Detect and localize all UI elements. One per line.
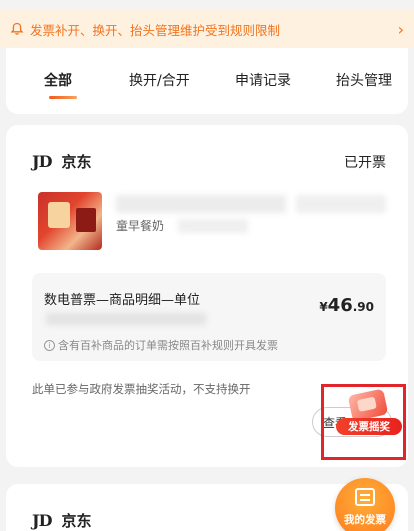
invoice-status: 已开票 [344, 155, 386, 171]
amount-integer: 46 [327, 295, 353, 316]
product-thumbnail[interactable] [38, 192, 102, 250]
amount-decimal: .90 [352, 300, 374, 314]
chevron-right-icon[interactable]: › [398, 20, 404, 39]
shop-header: JD 京东 [32, 151, 91, 172]
product-title: 童早餐奶 [116, 219, 165, 233]
blurred-invoice-title [46, 313, 206, 325]
shop-header-2: JD 京东 [32, 510, 91, 531]
blurred-product-name [116, 195, 286, 213]
invoice-note: i 含有百补商品的订单需按照百补规则开具发票 [44, 337, 278, 353]
blurred-product-name-extra [296, 195, 386, 213]
tab-all[interactable]: 全部 [44, 70, 72, 90]
blurred-product-subtitle [178, 219, 248, 233]
my-invoices-label: 我的发票 [344, 514, 386, 526]
active-tab-indicator [49, 96, 77, 99]
shop-name: 京东 [61, 153, 92, 171]
notice-text: 发票补开、换开、抬头管理维护受到规则限制 [30, 22, 281, 38]
tab-apply-records[interactable]: 申请记录 [235, 70, 291, 90]
my-invoices-button[interactable]: 我的发票 [335, 478, 395, 531]
notice-bar[interactable]: 发票补开、换开、抬头管理维护受到规则限制 › [0, 10, 414, 48]
tab-title-management[interactable]: 抬头管理 [336, 70, 392, 90]
bell-icon [10, 22, 24, 35]
highlight-box [321, 384, 406, 460]
invoice-note-text: 含有百补商品的订单需按照百补规则开具发票 [58, 339, 278, 352]
jd-logo-icon: JD [32, 152, 52, 171]
tab-exchange-merge[interactable]: 换开/合开 [129, 70, 190, 90]
invoice-type: 数电普票—商品明细—单位 [44, 293, 201, 308]
info-icon: i [44, 339, 55, 351]
tab-bar: 全部 换开/合开 申请记录 抬头管理 [6, 48, 408, 114]
activity-note: 此单已参与政府发票抽奖活动，不支持换开 [32, 382, 251, 396]
jd-logo-icon: JD [32, 511, 52, 530]
shop-name-2: 京东 [61, 512, 92, 530]
invoice-detail-box[interactable]: 数电普票—商品明细—单位 ¥46.90 i 含有百补商品的订单需按照百补规则开具… [32, 273, 386, 361]
amount-currency: ¥ [319, 300, 328, 314]
invoice-amount: ¥46.90 [319, 295, 374, 316]
invoice-icon [355, 488, 375, 506]
